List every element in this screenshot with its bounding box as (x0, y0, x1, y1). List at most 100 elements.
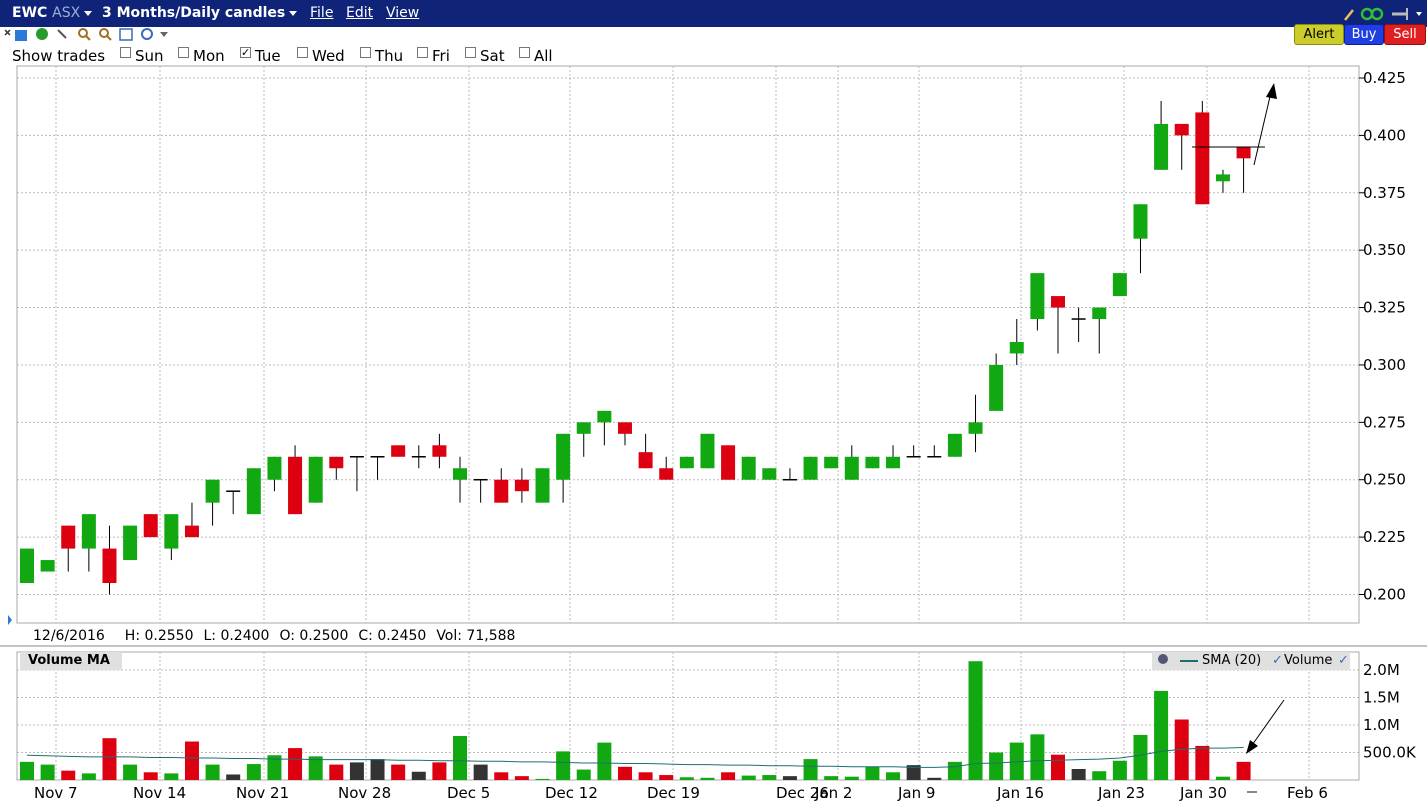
candle-body (1154, 123, 1169, 170)
ohlc-readout: 12/6/2016 H: 0.2550 L: 0.2400 O: 0.2500 C: 0… (33, 628, 525, 644)
candle-body (989, 364, 1004, 411)
globe-icon[interactable] (1158, 654, 1168, 664)
volume-bar (61, 770, 76, 780)
candle-body (61, 525, 76, 549)
expand-icon (8, 615, 12, 625)
candle-body (453, 468, 468, 480)
volume-bar (1215, 776, 1230, 780)
candle-body (267, 456, 282, 480)
volume-bar (1236, 761, 1251, 780)
legend-sma[interactable]: SMA (20) (1202, 652, 1261, 670)
check-icon[interactable]: ✓ (1338, 652, 1349, 670)
volume-bar (659, 775, 674, 780)
candle-body (102, 548, 117, 584)
x-tick-label: Dec 5 (447, 784, 490, 802)
candle-body (123, 525, 138, 561)
y-tick-label: 0.250 (1363, 471, 1406, 489)
volume-bar (184, 741, 199, 780)
candle-body (329, 456, 344, 469)
price-chart[interactable]: 0.425 0.400 0.375 0.350 0.325 0.300 0.275 0.250… (0, 0, 1427, 809)
volume-bar (989, 752, 1004, 780)
candle-body (886, 456, 901, 469)
candle-body (556, 433, 571, 480)
candle-body (494, 479, 509, 503)
volume-bar (432, 762, 447, 780)
volume-bar (494, 772, 509, 780)
volume-bar (143, 772, 158, 780)
volume-bar (473, 764, 488, 780)
legend-volume[interactable]: Volume (1284, 652, 1332, 670)
x-tick-label: Jan 16 (996, 784, 1044, 802)
y-tick-label: 0.225 (1363, 528, 1406, 546)
volume-tick-label: 1.5M (1363, 689, 1400, 707)
volume-bar (288, 748, 303, 780)
check-icon[interactable]: ✓ (1272, 652, 1283, 670)
volume-bar (617, 766, 632, 780)
candle-body (535, 468, 550, 503)
y-tick-label: 0.275 (1363, 413, 1406, 431)
candle-body (1092, 307, 1107, 320)
candle-body (576, 422, 591, 434)
volume-bar (638, 772, 653, 780)
volume-bar (205, 764, 220, 780)
y-tick-label: 0.400 (1363, 126, 1406, 144)
candle-body (1009, 341, 1024, 354)
volume-bar (1112, 760, 1127, 780)
volume-bar (1030, 734, 1045, 780)
volume-bar (81, 773, 96, 780)
volume-bar (865, 766, 880, 780)
candle-body (721, 445, 736, 480)
x-tick-label: Dec 12 (545, 784, 598, 802)
volume-bar (226, 774, 241, 780)
readout-close: C: 0.2450 (358, 628, 427, 644)
candle-body (164, 514, 179, 549)
y-tick-label: 0.325 (1363, 299, 1406, 317)
x-tick-label: Nov 7 (34, 784, 78, 802)
candle-body (1133, 204, 1148, 239)
volume-bar (721, 772, 736, 780)
candle-body (947, 433, 962, 457)
volume-bar (679, 777, 694, 780)
candle-body (40, 560, 55, 572)
x-tick-label: Jan 9 (897, 784, 935, 802)
volume-bar (411, 771, 426, 780)
volume-bar (741, 775, 756, 780)
candle-body (20, 548, 34, 584)
readout-low: L: 0.2400 (203, 628, 270, 644)
readout-date: 12/6/2016 (33, 628, 105, 644)
volume-bar (1051, 754, 1065, 780)
sma-swatch (1180, 660, 1198, 662)
volume-bar (535, 778, 550, 780)
volume-bar (700, 777, 715, 780)
x-tick-label: Dec 19 (647, 784, 700, 802)
candle-body (844, 456, 859, 480)
x-tick-label: Nov 14 (133, 784, 186, 802)
candle-body (432, 445, 447, 457)
volume-bar (886, 772, 901, 780)
volume-bar (453, 736, 468, 780)
candle-body (308, 456, 323, 503)
x-tick-label: Jan 30 (1179, 784, 1227, 802)
x-tick-label: Nov 21 (236, 784, 289, 802)
volume-bar (123, 764, 138, 780)
candle-body (205, 479, 220, 503)
volume-bar (947, 761, 962, 780)
candle-body (1030, 273, 1045, 320)
volume-bar (391, 764, 406, 780)
volume-bar (1133, 734, 1148, 780)
candle-body (514, 479, 529, 492)
y-tick-label: 0.375 (1363, 184, 1406, 202)
volume-bar (1071, 769, 1086, 780)
candle-body (391, 445, 406, 457)
x-tick-label: Nov 28 (338, 784, 391, 802)
volume-legend: SMA (20) ✓ Volume ✓ (1152, 652, 1350, 670)
candle-body (1215, 174, 1230, 182)
volume-tick-label: 500.0K (1363, 744, 1417, 762)
volume-bar (164, 773, 179, 780)
candle-body (741, 456, 756, 480)
candle-body (1112, 273, 1127, 297)
volume-bar (514, 776, 529, 780)
candle-body (143, 514, 158, 538)
candle-body (762, 468, 777, 480)
volume-bar (844, 776, 859, 780)
